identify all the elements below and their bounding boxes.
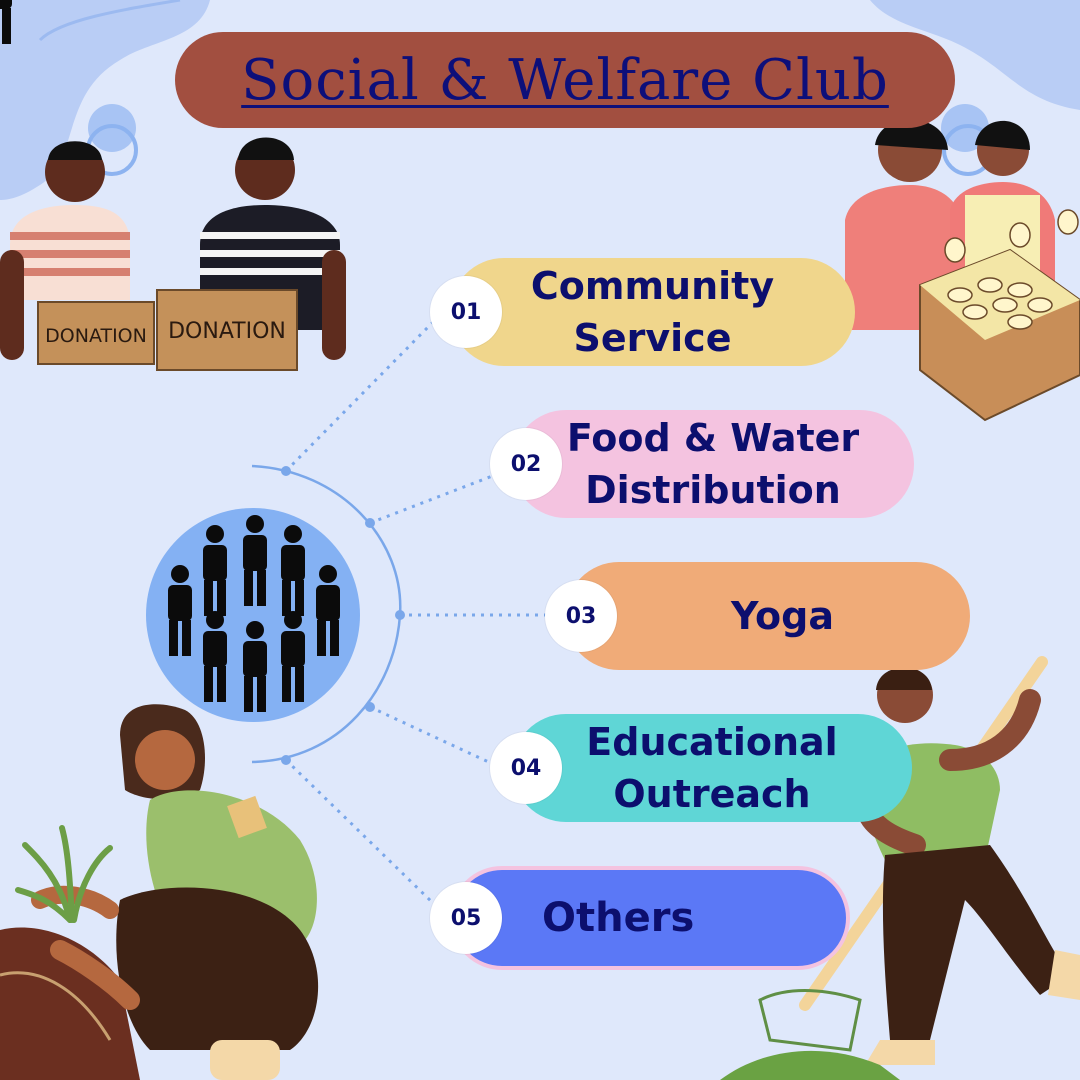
item-pill: Yoga	[565, 562, 970, 670]
donation-people-illustration: DONATION DONATION	[0, 137, 346, 371]
donation-sign-1: DONATION	[45, 325, 147, 347]
donation-sign-2: DONATION	[168, 319, 286, 344]
item-pill: Community Service	[450, 258, 855, 366]
item-pill: Educational Outreach	[512, 714, 912, 822]
item-number: 04	[490, 732, 562, 804]
page-title: Social & Welfare Club	[241, 47, 889, 113]
item-number: 01	[430, 276, 502, 348]
food-packing-illustration	[845, 118, 1080, 422]
title-banner: Social & Welfare Club	[175, 32, 955, 128]
item-pill: Food & Water Distribution	[512, 410, 914, 518]
item-pill: Others	[450, 866, 850, 970]
item-label: Food & Water Distribution	[566, 416, 860, 512]
item-number: 02	[490, 428, 562, 500]
item-label: Educational Outreach	[586, 720, 838, 816]
item-number: 05	[430, 882, 502, 954]
item-label: Others	[542, 895, 695, 941]
infographic: DONATION DONATION Social & Welfare Club …	[0, 0, 1080, 1080]
item-label: Yoga	[731, 594, 834, 638]
item-number: 03	[545, 580, 617, 652]
item-label: Community Service	[530, 264, 775, 360]
